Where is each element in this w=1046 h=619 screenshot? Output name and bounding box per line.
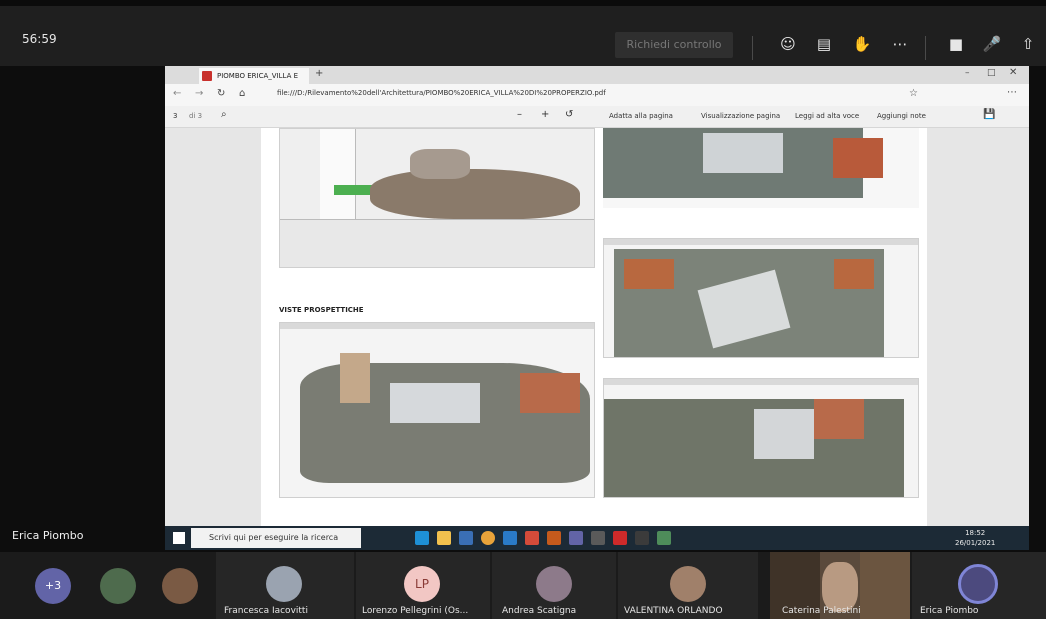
participant-name: Andrea Scatigna <box>502 606 577 616</box>
new-tab-icon[interactable]: + <box>315 68 323 79</box>
separator <box>752 36 753 60</box>
meeting-control-bar: 56:59 Richiedi controllo ☺ ▤ ✋ ⋯ ■ 🎤 ⇧ <box>0 0 1046 66</box>
participant-initials: LP <box>404 566 440 602</box>
start-icon[interactable] <box>173 532 185 544</box>
section-title: VISTE PROSPETTICHE <box>279 306 364 314</box>
clock-time: 18:52 <box>965 529 986 537</box>
chrome-icon[interactable] <box>481 531 495 545</box>
participant-name: Francesca Iacovitti <box>224 606 308 616</box>
aerial-view-1 <box>603 128 919 208</box>
add-notes-button[interactable]: Aggiungi note <box>877 112 926 120</box>
chat-icon[interactable]: ▤ <box>812 34 836 54</box>
page-total: di 3 <box>189 112 203 120</box>
store-icon[interactable] <box>459 531 473 545</box>
search-icon[interactable]: ⌕ <box>221 109 227 120</box>
tab-title: PIOMBO ERICA_VILLA E <box>217 72 299 80</box>
participant-name: Lorenzo Pellegrini (Os... <box>362 606 469 616</box>
teams-icon[interactable] <box>569 531 583 545</box>
participant-avatar <box>266 566 302 602</box>
more-icon[interactable]: ⋯ <box>888 34 912 54</box>
save-icon[interactable]: 💾 <box>983 109 995 120</box>
overflow-count[interactable]: +3 <box>35 568 71 604</box>
tab-strip: PIOMBO ERICA_VILLA E + – □ ✕ <box>165 66 1029 84</box>
media-icon[interactable] <box>591 531 605 545</box>
edge-window: PIOMBO ERICA_VILLA E + – □ ✕ ← → ↻ ⌂ fil… <box>165 66 1029 526</box>
separator <box>925 36 926 60</box>
pdf-page: VISTE PROSPETTICHE <box>261 128 927 526</box>
photos-icon[interactable] <box>657 531 671 545</box>
maximize-icon[interactable]: □ <box>987 68 996 78</box>
page-number-input[interactable]: 3 <box>173 112 177 120</box>
page-view-button[interactable]: Visualizzazione pagina <box>701 112 780 120</box>
participant-avatar <box>162 568 198 604</box>
participant-name: Caterina Palestini <box>782 606 861 616</box>
address-bar: ← → ↻ ⌂ file:///D:/Rilevamento%20dell'Ar… <box>165 84 1029 106</box>
aerial-view-2 <box>603 238 919 358</box>
participant-tile[interactable]: VALENTINA ORLANDO <box>618 552 758 619</box>
people-icon[interactable]: ☺ <box>776 34 800 54</box>
perspective-view-2 <box>603 378 919 498</box>
participant-tile[interactable]: Erica Piombo <box>912 552 1046 619</box>
mail-icon[interactable] <box>503 531 517 545</box>
participant-avatar <box>536 566 572 602</box>
url-field[interactable]: file:///D:/Rilevamento%20dell'Architettu… <box>277 89 606 97</box>
read-aloud-button[interactable]: Leggi ad alta voce <box>795 112 859 120</box>
rotate-icon[interactable]: ↺ <box>565 109 573 120</box>
participant-tile[interactable]: Andrea Scatigna <box>492 552 616 619</box>
typora-icon[interactable] <box>635 531 649 545</box>
fit-page-button[interactable]: Adatta alla pagina <box>609 112 673 120</box>
raise-hand-icon[interactable]: ✋ <box>850 34 874 54</box>
camera-icon[interactable]: ■ <box>944 34 968 54</box>
participant-name: VALENTINA ORLANDO <box>624 606 723 616</box>
participant-avatar-speaking <box>958 564 998 604</box>
close-icon[interactable]: ✕ <box>1009 67 1017 78</box>
edge-icon[interactable] <box>415 531 429 545</box>
system-clock: 18:52 26/01/2021 <box>955 528 995 548</box>
pdf-icon <box>202 71 212 81</box>
minimize-icon[interactable]: – <box>965 68 970 78</box>
participant-tile[interactable]: LP Lorenzo Pellegrini (Os... <box>356 552 490 619</box>
gift-icon[interactable] <box>525 531 539 545</box>
file-explorer-icon[interactable] <box>437 531 451 545</box>
participant-avatar <box>100 568 136 604</box>
taskbar-search[interactable]: Scrivi qui per eseguire la ricerca <box>191 528 361 548</box>
search-placeholder: Scrivi qui per eseguire la ricerca <box>209 533 339 542</box>
forward-icon[interactable]: → <box>195 88 203 99</box>
home-icon[interactable]: ⌂ <box>239 88 245 99</box>
participants-strip: +3 Francesca Iacovitti LP Lorenzo Pelleg… <box>0 552 1046 619</box>
refresh-icon[interactable]: ↻ <box>217 88 225 99</box>
participant-name: Erica Piombo <box>920 606 979 616</box>
pdf-viewport[interactable]: VISTE PROSPETTICHE <box>165 128 1029 526</box>
clock-date: 26/01/2021 <box>955 539 996 547</box>
software-screenshot <box>279 128 595 268</box>
back-icon[interactable]: ← <box>173 88 181 99</box>
acrobat-icon[interactable] <box>613 531 627 545</box>
mic-icon[interactable]: 🎤 <box>980 34 1004 54</box>
more-icon[interactable]: ⋯ <box>1007 87 1017 98</box>
participant-tile[interactable]: Francesca Iacovitti <box>216 552 354 619</box>
zoom-in-icon[interactable]: + <box>541 109 549 120</box>
windows-taskbar: Scrivi qui per eseguire la ricerca 18:52… <box>165 526 1029 550</box>
favorite-icon[interactable]: ☆ <box>909 88 918 99</box>
perspective-view-1 <box>279 322 595 498</box>
sharer-name: Erica Piombo <box>12 529 84 542</box>
zoom-out-icon[interactable]: – <box>517 109 522 120</box>
browser-tab[interactable]: PIOMBO ERICA_VILLA E <box>199 68 309 84</box>
request-control-button[interactable]: Richiedi controllo <box>615 32 733 58</box>
share-icon[interactable]: ⇧ <box>1016 34 1040 54</box>
pdf-toolbar: 3 di 3 ⌕ – + ↺ Adatta alla pagina Visual… <box>165 106 1029 128</box>
participant-avatar <box>670 566 706 602</box>
meeting-timer: 56:59 <box>22 32 57 46</box>
participant-video[interactable]: Caterina Palestini <box>770 552 910 619</box>
illustrator-icon[interactable] <box>547 531 561 545</box>
